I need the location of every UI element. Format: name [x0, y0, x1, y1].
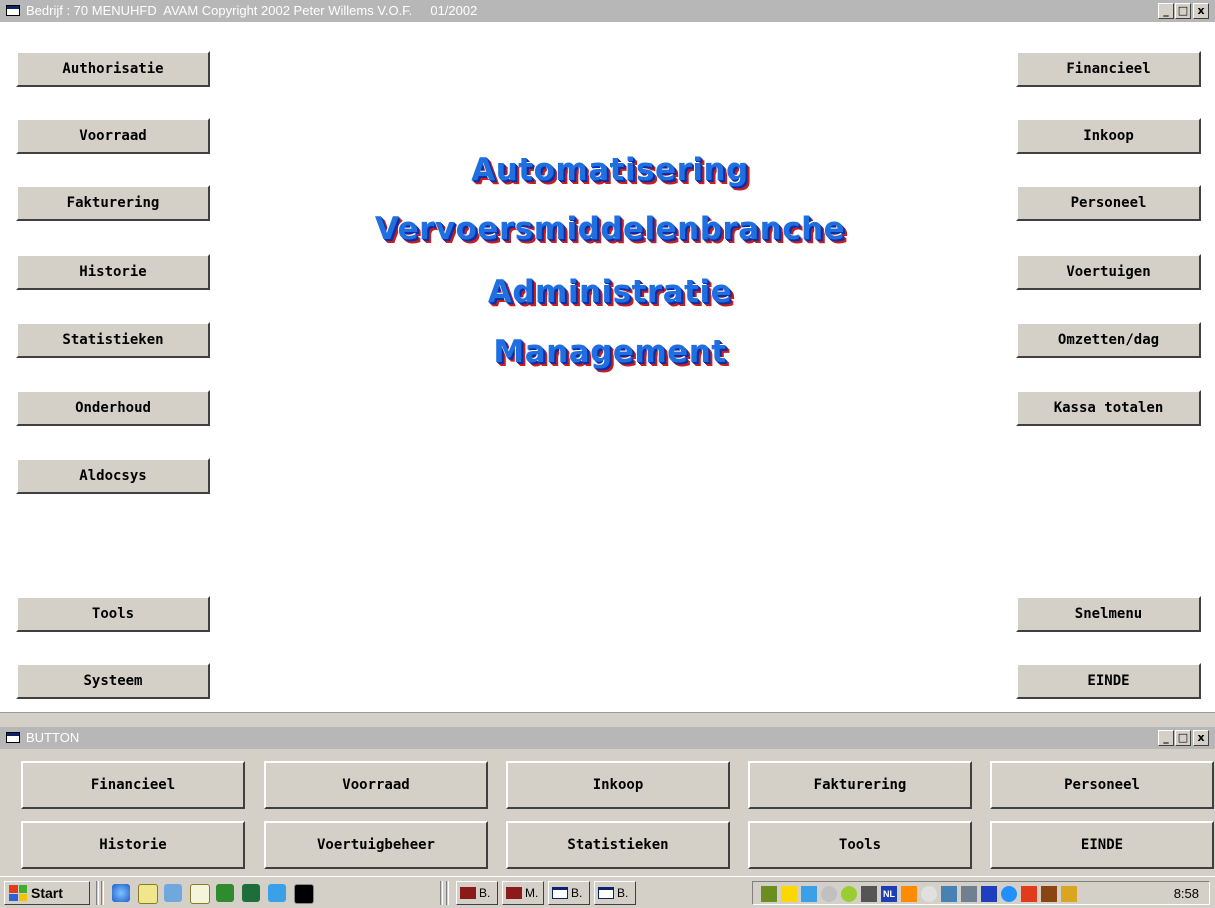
statistieken-button[interactable]: Statistieken — [506, 821, 730, 869]
window-icon — [552, 887, 568, 899]
system-tray: NL 8:58 — [752, 881, 1210, 905]
einde-button[interactable]: EINDE — [990, 821, 1214, 869]
power-icon[interactable] — [901, 886, 917, 902]
statistieken-button[interactable]: Statistieken — [16, 322, 210, 358]
clock-tray-icon[interactable] — [841, 886, 857, 902]
app-icon — [460, 887, 476, 899]
fakturering-button[interactable]: Fakturering — [16, 185, 210, 221]
tray-icon[interactable] — [1061, 886, 1077, 902]
volume-icon[interactable] — [781, 886, 797, 902]
headline-administratie: Administratie — [487, 274, 733, 310]
security-icon[interactable] — [981, 886, 997, 902]
voorraad-button[interactable]: Voorraad — [16, 118, 210, 154]
taskbar: Start B. M. B. B. NL 8:58 — [0, 876, 1215, 908]
systeem-button[interactable]: Systeem — [16, 663, 210, 699]
kassa-totalen-button[interactable]: Kassa totalen — [1016, 390, 1201, 426]
historie-button[interactable]: Historie — [21, 821, 245, 869]
onderhoud-button[interactable]: Onderhoud — [16, 390, 210, 426]
monitor-icon[interactable] — [941, 886, 957, 902]
game-icon[interactable] — [216, 884, 234, 902]
main-window-title: Bedrijf : 70 MENUHFD AVAM Copyright 2002… — [26, 3, 478, 18]
language-indicator[interactable]: NL — [881, 886, 897, 902]
window-icon[interactable] — [6, 5, 20, 16]
main-title-bar[interactable]: Bedrijf : 70 MENUHFD AVAM Copyright 2002… — [0, 0, 1215, 22]
inkoop-button[interactable]: Inkoop — [1016, 118, 1201, 154]
omzetten-dag-button[interactable]: Omzetten/dag — [1016, 322, 1201, 358]
task-label: B. — [617, 886, 629, 900]
personeel-button[interactable]: Personeel — [990, 761, 1214, 809]
clock[interactable]: 8:58 — [1174, 886, 1199, 901]
ie-icon[interactable] — [112, 884, 130, 902]
button-title-bar[interactable]: BUTTON _ □ x — [0, 727, 1215, 749]
voorraad-button[interactable]: Voorraad — [264, 761, 488, 809]
network-tray-icon[interactable] — [861, 886, 877, 902]
maximize-button[interactable]: □ — [1175, 730, 1191, 746]
app-icon — [506, 887, 522, 899]
financieel-button[interactable]: Financieel — [21, 761, 245, 809]
windows-logo-icon — [9, 885, 27, 901]
maximize-button[interactable]: □ — [1175, 3, 1191, 19]
task-button-1[interactable]: B. — [456, 881, 498, 905]
mouse-icon[interactable] — [921, 886, 937, 902]
minimize-button[interactable]: _ — [1158, 730, 1174, 746]
inkoop-button[interactable]: Inkoop — [506, 761, 730, 809]
messenger-icon[interactable] — [1001, 886, 1017, 902]
close-button[interactable]: x — [1193, 3, 1209, 19]
window-icon — [598, 887, 614, 899]
phone-icon[interactable] — [268, 884, 286, 902]
task-button-3[interactable]: B. — [548, 881, 590, 905]
taskbar-separator — [96, 881, 99, 905]
window-divider — [0, 712, 1215, 719]
notepad-icon[interactable] — [138, 884, 158, 904]
voertuigbeheer-button[interactable]: Voertuigbeheer — [264, 821, 488, 869]
start-button[interactable]: Start — [4, 881, 90, 905]
task-label: B. — [571, 886, 583, 900]
headline-automatisering: Automatisering — [471, 152, 749, 188]
close-button[interactable]: x — [1193, 730, 1209, 746]
tools-tray-icon[interactable] — [961, 886, 977, 902]
task-button-2[interactable]: M. — [502, 881, 544, 905]
taskbar-separator — [101, 881, 104, 905]
snelmenu-button[interactable]: Snelmenu — [1016, 596, 1201, 632]
tools-button[interactable]: Tools — [748, 821, 972, 869]
start-label: Start — [31, 885, 63, 901]
headline-branche: Vervoersmiddelenbranche — [374, 211, 846, 247]
fakturering-button[interactable]: Fakturering — [748, 761, 972, 809]
aldocsys-button[interactable]: Aldocsys — [16, 458, 210, 494]
financieel-button[interactable]: Financieel — [1016, 51, 1201, 87]
minimize-button[interactable]: _ — [1158, 3, 1174, 19]
cd-icon[interactable] — [821, 886, 837, 902]
tray-icon[interactable] — [761, 886, 777, 902]
search-icon[interactable] — [190, 884, 210, 904]
tray-icon[interactable] — [1041, 886, 1057, 902]
task-button-4[interactable]: B. — [594, 881, 636, 905]
window-icon[interactable] — [6, 732, 20, 743]
personeel-button[interactable]: Personeel — [1016, 185, 1201, 221]
task-label: M. — [525, 886, 539, 900]
einde-button[interactable]: EINDE — [1016, 663, 1201, 699]
main-window: Bedrijf : 70 MENUHFD AVAM Copyright 2002… — [0, 0, 1215, 712]
phone-icon[interactable] — [801, 886, 817, 902]
headline-management: Management — [493, 334, 727, 370]
voertuigen-button[interactable]: Voertuigen — [1016, 254, 1201, 290]
task-label: B. — [479, 886, 491, 900]
excel-icon[interactable] — [242, 884, 260, 902]
taskbar-separator — [446, 881, 449, 905]
authorisatie-button[interactable]: Authorisatie — [16, 51, 210, 87]
button-window-title: BUTTON — [26, 730, 80, 745]
historie-button[interactable]: Historie — [16, 254, 210, 290]
dos-icon[interactable] — [294, 884, 314, 904]
taskbar-separator — [440, 881, 443, 905]
tools-button[interactable]: Tools — [16, 596, 210, 632]
network-icon[interactable] — [164, 884, 182, 902]
zonealarm-icon[interactable] — [1021, 886, 1037, 902]
button-window: BUTTON _ □ x Financieel Voorraad Inkoop … — [0, 719, 1215, 876]
